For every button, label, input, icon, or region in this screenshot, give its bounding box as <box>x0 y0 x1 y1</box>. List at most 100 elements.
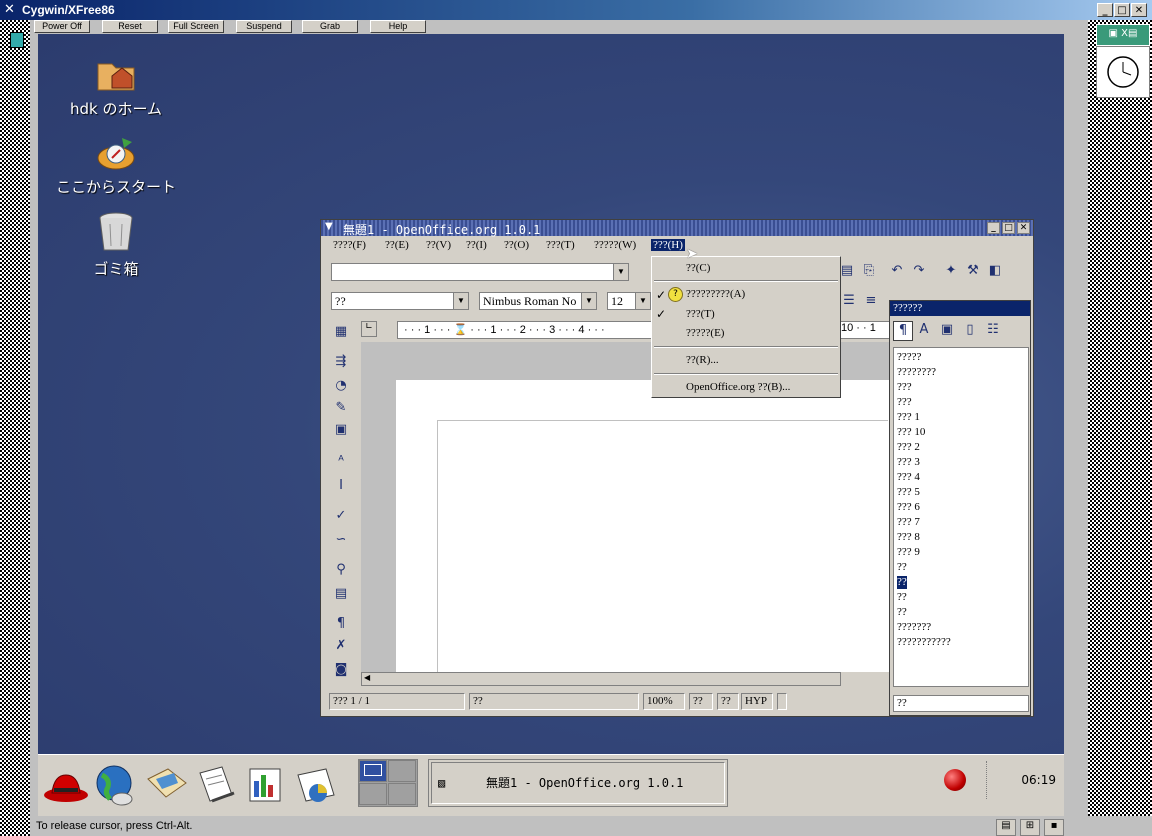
menu-item-contents[interactable]: ??(C) <box>686 262 710 274</box>
help-button[interactable]: Help <box>370 20 426 33</box>
desktop-icon-trash[interactable]: ゴミ箱 <box>46 210 186 279</box>
form-functions-icon[interactable]: ▣ <box>331 420 351 440</box>
window-title-bar[interactable]: ✕ Cygwin/XFree86 _ □ ✕ <box>0 0 1152 20</box>
oo-maximize-button[interactable]: □ <box>1002 222 1015 234</box>
stylist-style-item[interactable]: ??? 8 <box>897 531 920 544</box>
menu-item-tips[interactable]: ???(T) <box>686 308 715 320</box>
paragraph-styles-icon[interactable]: ¶ <box>893 321 913 341</box>
web-browser-icon[interactable] <box>92 761 140 809</box>
terminal-icon[interactable] <box>10 32 24 48</box>
chevron-down-icon[interactable]: ▼ <box>613 264 628 280</box>
workspace-pager[interactable] <box>358 759 418 807</box>
insert-fields-icon[interactable]: ⇶ <box>331 352 351 372</box>
gallery-icon[interactable]: ◧ <box>985 261 1005 281</box>
stylist-style-item[interactable]: ??? <box>897 381 912 394</box>
stylist-style-item[interactable]: ??? 10 <box>897 426 925 439</box>
text-autocomplete-icon[interactable]: ᴬ <box>331 452 351 472</box>
task-button[interactable]: ▧ 無題1 - OpenOffice.org 1.0.1 <box>431 762 725 804</box>
network-icon[interactable]: ⊞ <box>1020 819 1040 836</box>
stylist-style-item[interactable]: ??? 9 <box>897 546 920 559</box>
bullets-icon[interactable]: ≡ <box>861 291 881 311</box>
spellcheck-icon[interactable]: ✓ <box>331 506 351 526</box>
undo-icon[interactable]: ↶ <box>887 261 907 281</box>
scroll-left-icon[interactable]: ◀ <box>364 673 370 682</box>
workspace-2[interactable] <box>388 760 416 782</box>
floppy-icon[interactable]: ▪ <box>1044 819 1064 836</box>
oo-close-button[interactable]: ✕ <box>1017 222 1030 234</box>
menu-insert[interactable]: ??(I) <box>464 239 489 251</box>
menu-item-about[interactable]: OpenOffice.org ??(B)... <box>686 381 790 393</box>
workspace-4[interactable] <box>388 783 416 805</box>
status-insert-mode[interactable]: ?? <box>689 693 713 710</box>
stylist-style-item[interactable]: ??????? <box>897 621 931 634</box>
chevron-down-icon[interactable]: ▼ <box>453 293 468 309</box>
font-name-combo[interactable]: Nimbus Roman No ▼ <box>479 292 597 310</box>
oo-minimize-button[interactable]: _ <box>987 222 1000 234</box>
menu-tools[interactable]: ???(T) <box>544 239 577 251</box>
suspend-button[interactable]: Suspend <box>236 20 292 33</box>
paragraph-style-combo[interactable]: ?? ▼ <box>331 292 469 310</box>
page-styles-icon[interactable]: ▯ <box>961 321 979 339</box>
xwin-tray-icon[interactable]: ▣ X▤ <box>1096 24 1150 46</box>
redhat-menu-icon[interactable] <box>42 761 90 809</box>
insert-object-icon[interactable]: ◔ <box>331 376 351 396</box>
menu-window[interactable]: ?????(W) <box>592 239 638 251</box>
grab-button[interactable]: Grab <box>302 20 358 33</box>
presentation-icon[interactable] <box>242 761 290 809</box>
window-menu-icon[interactable]: ▼ <box>325 221 333 232</box>
close-button[interactable]: ✕ <box>1131 3 1147 17</box>
stylist-style-item[interactable]: ??? 6 <box>897 501 920 514</box>
status-selection-mode[interactable]: ?? <box>717 693 739 710</box>
workspace-1[interactable] <box>359 760 387 782</box>
tab-stop-type-button[interactable]: ∟ <box>361 321 377 337</box>
frame-styles-icon[interactable]: ▣ <box>938 321 956 339</box>
horizontal-scrollbar[interactable]: ◀ <box>361 672 841 686</box>
stylist-style-item[interactable]: ??? 4 <box>897 471 920 484</box>
stylist-style-item[interactable]: ??? 1 <box>897 411 920 424</box>
stylist-style-item[interactable]: ????? <box>897 351 921 364</box>
stylist-style-item[interactable]: ??? 2 <box>897 441 920 454</box>
full-screen-button[interactable]: Full Screen <box>168 20 224 33</box>
character-styles-icon[interactable]: A <box>915 321 933 339</box>
online-layout-icon[interactable]: ◙ <box>331 660 351 680</box>
stylist-filter-combo[interactable]: ?? <box>893 695 1029 712</box>
desktop-icon-start-here[interactable]: ここからスタート <box>46 132 186 197</box>
stylist-style-item[interactable]: ??? 7 <box>897 516 920 529</box>
desktop-icon-home[interactable]: hdk のホーム <box>46 50 186 119</box>
stylist-style-item[interactable]: ?? <box>897 606 907 619</box>
disk-icon[interactable]: ▤ <box>996 819 1016 836</box>
openoffice-title-bar[interactable]: ▼ 無題1 - OpenOffice.org 1.0.1 _ □ ✕ <box>321 220 1033 237</box>
menu-view[interactable]: ??(V) <box>424 239 453 251</box>
menu-item-extended-tips[interactable]: ?????(E) <box>686 327 724 339</box>
stylist-style-item[interactable]: ?? <box>897 591 907 604</box>
stylist-icon[interactable]: ⚒ <box>963 261 983 281</box>
stylist-style-item[interactable]: ??? <box>897 396 912 409</box>
menu-item-help-agent[interactable]: ?????????(A) <box>686 288 745 300</box>
status-zoom[interactable]: 100% <box>643 693 685 710</box>
menu-help[interactable]: ???(H) <box>651 239 685 251</box>
minimize-button[interactable]: _ <box>1097 3 1113 17</box>
status-hyperlink-mode[interactable]: HYP <box>741 693 773 710</box>
draw-functions-icon[interactable]: ✎ <box>331 398 351 418</box>
chevron-down-icon[interactable]: ▼ <box>581 293 596 309</box>
spreadsheet-icon[interactable] <box>292 761 340 809</box>
reset-button[interactable]: Reset <box>102 20 158 33</box>
nonprinting-chars-icon[interactable]: ¶ <box>331 614 351 634</box>
power-off-button[interactable]: Power Off <box>34 20 90 33</box>
redo-icon[interactable]: ↷ <box>909 261 929 281</box>
data-sources-icon[interactable]: ▤ <box>331 584 351 604</box>
autospellcheck-icon[interactable]: ∽ <box>331 530 351 550</box>
stylist-style-item[interactable]: ?? <box>897 561 907 574</box>
menu-format[interactable]: ??(O) <box>502 239 531 251</box>
insert-table-icon[interactable]: ▦ <box>331 322 351 342</box>
workspace-3[interactable] <box>359 783 387 805</box>
writer-icon[interactable] <box>192 761 240 809</box>
update-notifier-icon[interactable] <box>944 769 966 791</box>
url-combo[interactable]: ▼ <box>331 263 629 281</box>
navigator-icon[interactable]: ✦ <box>941 261 961 281</box>
stylist-style-item[interactable]: ??? 5 <box>897 486 920 499</box>
numbering-icon[interactable]: ☰ <box>839 291 859 311</box>
maximize-button[interactable]: □ <box>1114 3 1130 17</box>
stylist-style-item[interactable]: ?? <box>897 576 907 589</box>
stylist-style-item[interactable]: ??????????? <box>897 636 951 649</box>
